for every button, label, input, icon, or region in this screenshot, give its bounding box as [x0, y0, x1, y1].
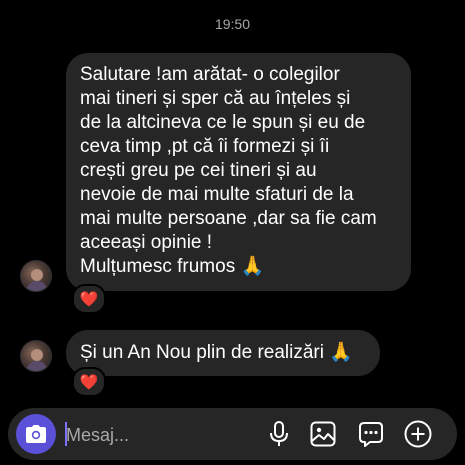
message-line: mai tineri și sper că au înțeles și	[80, 88, 351, 109]
message-bubble[interactable]: Și un An Nou plin de realizări 🙏	[66, 330, 380, 376]
camera-icon	[26, 425, 46, 443]
sender-avatar[interactable]	[20, 340, 52, 372]
message-line: mai multe persoane ,dar sa fie cam	[80, 208, 377, 229]
avatar-body	[26, 281, 48, 291]
avatar-body	[26, 361, 48, 371]
message-line: de la altcineva ce le spun și eu de	[80, 112, 366, 133]
message-line: ceva timp ,pt că îi formezi și îi	[80, 136, 330, 157]
message-line: crești greu pe cei tineri și au	[80, 160, 317, 181]
heart-reaction[interactable]: ❤️	[72, 367, 106, 397]
avatar-face	[31, 269, 43, 281]
microphone-icon	[270, 421, 288, 446]
add-icon	[404, 420, 432, 448]
add-button[interactable]	[404, 420, 432, 448]
sender-avatar[interactable]	[20, 260, 52, 292]
camera-button[interactable]	[16, 414, 56, 454]
chat-screen: 19:50 Salutare !am arătat- o colegilor m…	[0, 0, 465, 465]
image-icon	[310, 421, 336, 447]
gallery-button[interactable]	[309, 420, 337, 448]
microphone-button[interactable]	[265, 420, 293, 448]
message-line: nevoie de mai multe sfaturi de la	[80, 184, 354, 205]
avatar-face	[31, 349, 43, 361]
message-line: Mulțumesc frumos 🙏	[80, 256, 265, 277]
message-line: Salutare !am arătat- o colegilor	[80, 64, 340, 85]
message-bubble[interactable]: Salutare !am arătat- o colegilor mai tin…	[66, 53, 411, 291]
sticker-icon	[359, 422, 383, 447]
heart-reaction[interactable]: ❤️	[72, 284, 106, 314]
message-timestamp: 19:50	[214, 16, 251, 32]
sticker-button[interactable]	[357, 420, 385, 448]
message-line: aceeași opinie !	[80, 232, 213, 253]
message-input[interactable]	[64, 421, 248, 449]
message-composer	[8, 408, 457, 460]
